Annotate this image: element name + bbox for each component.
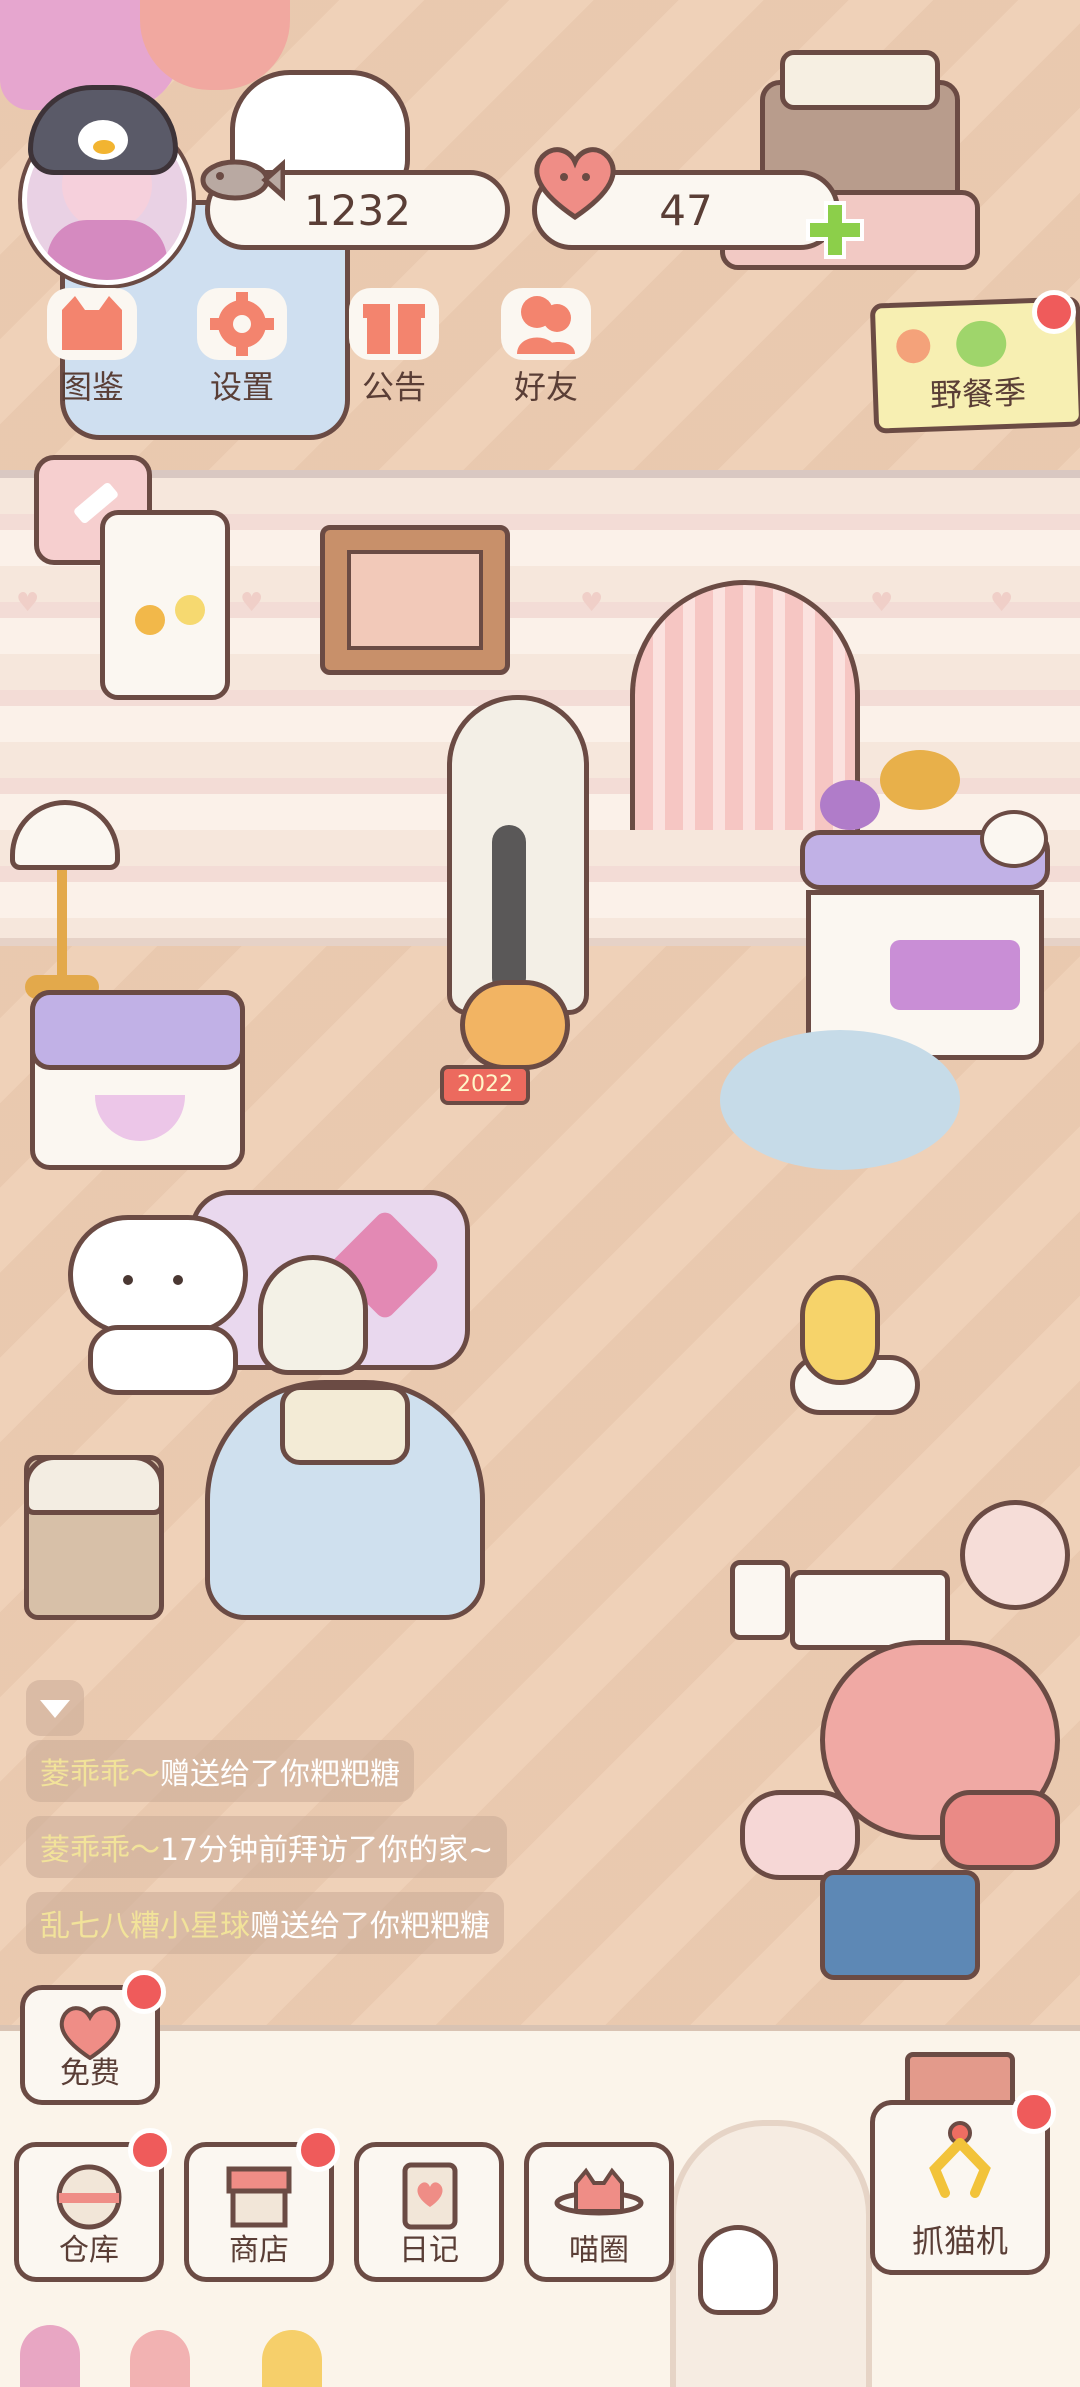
ghost-charm: [698, 2225, 778, 2315]
feed-text: 17分钟前拜访了你的家~: [160, 1833, 494, 1868]
round-table[interactable]: [205, 1380, 485, 1620]
fish-icon: [195, 150, 286, 210]
heart-face-icon: [528, 142, 623, 222]
claw-machine-label: 抓猫机: [911, 2222, 1008, 2260]
calico-cat[interactable]: [68, 1215, 258, 1395]
nav-label: 日记: [399, 2233, 459, 2268]
feed-user-name[interactable]: 乱七八糟小星球: [40, 1901, 250, 1945]
activity-feed-item[interactable]: 菱乖乖～ 17分钟前拜访了你的家~: [26, 1816, 508, 1878]
notification-badge: [1032, 290, 1076, 334]
menu-settings[interactable]: 设置: [182, 288, 302, 413]
flower-icon: [895, 328, 931, 364]
trash-can[interactable]: [24, 1455, 164, 1620]
pink-plant: [20, 2325, 80, 2387]
pink-plant: [130, 2330, 190, 2387]
gear-icon: [197, 288, 287, 360]
menu-collection[interactable]: 图鉴: [32, 288, 152, 413]
storage-icon: [49, 2161, 129, 2235]
cat-face-icon: [47, 288, 137, 360]
diary-icon: [389, 2161, 469, 2235]
tiger-plush[interactable]: 2022: [440, 980, 590, 1130]
activity-feed-item[interactable]: 乱七八糟小星球 赠送给了你粑粑糖: [26, 1892, 504, 1954]
nav-cat-circle[interactable]: 喵圈: [524, 2142, 674, 2282]
tiger-sign: 2022: [440, 1065, 530, 1105]
notification-badge: [122, 1970, 166, 2014]
menu-label: 公告: [361, 368, 426, 406]
reading-corner[interactable]: [730, 1500, 1070, 1990]
menu-label: 设置: [209, 368, 274, 406]
menu-friends[interactable]: 好友: [486, 288, 606, 413]
menu-label: 好友: [513, 368, 578, 406]
blue-rug: [720, 1030, 960, 1170]
nav-diary[interactable]: 日记: [354, 2142, 504, 2282]
nav-label: 仓库: [59, 2233, 119, 2268]
notification-badge: [128, 2128, 172, 2172]
chat-toggle-button[interactable]: [26, 1680, 84, 1736]
shop-icon: [219, 2161, 299, 2235]
menu-label: 图鉴: [59, 368, 124, 406]
yellow-plant: [262, 2330, 322, 2387]
activity-feed-item[interactable]: 菱乖乖～ 赠送给了你粑粑糖: [26, 1740, 414, 1802]
free-label: 免费: [60, 2056, 120, 2091]
coin-value: 1232: [304, 185, 411, 235]
planet-cat-icon: [554, 2161, 644, 2235]
menu-announcement[interactable]: 公告: [334, 288, 454, 413]
apple-icon: [955, 319, 1008, 368]
feed-user-name[interactable]: 菱乖乖～: [40, 1825, 160, 1869]
feed-text: 赠送给了你粑粑糖: [250, 1909, 490, 1944]
add-hearts-button[interactable]: [800, 195, 870, 265]
claw-machine-roof: [905, 2052, 1015, 2106]
event-label: 野餐季: [929, 373, 1027, 415]
gift-icon: [349, 288, 439, 360]
ghost-cat[interactable]: [258, 1255, 368, 1375]
heart-value: 47: [659, 185, 713, 235]
game-scene: ♥ ♥ ♥ ♥ ♥ 1232 47 图鉴 设置 公告 好友 野餐季 2022 菱…: [0, 0, 1080, 2387]
nav-label: 喵圈: [569, 2233, 629, 2268]
notification-badge: [296, 2128, 340, 2172]
notification-badge: [1012, 2090, 1056, 2134]
claw-icon: [915, 2119, 1005, 2213]
friends-icon: [501, 288, 591, 360]
flower-basket[interactable]: [100, 510, 230, 700]
feed-text: 赠送给了你粑粑糖: [160, 1757, 400, 1792]
framed-picture[interactable]: [320, 525, 510, 675]
purple-nightstand[interactable]: [30, 990, 245, 1170]
feed-user-name[interactable]: 菱乖乖～: [40, 1749, 160, 1793]
nav-label: 商店: [229, 2233, 289, 2268]
air-purifier[interactable]: [447, 695, 589, 1015]
floor-lamp[interactable]: [0, 780, 130, 1010]
duck-toy[interactable]: [770, 1275, 920, 1415]
